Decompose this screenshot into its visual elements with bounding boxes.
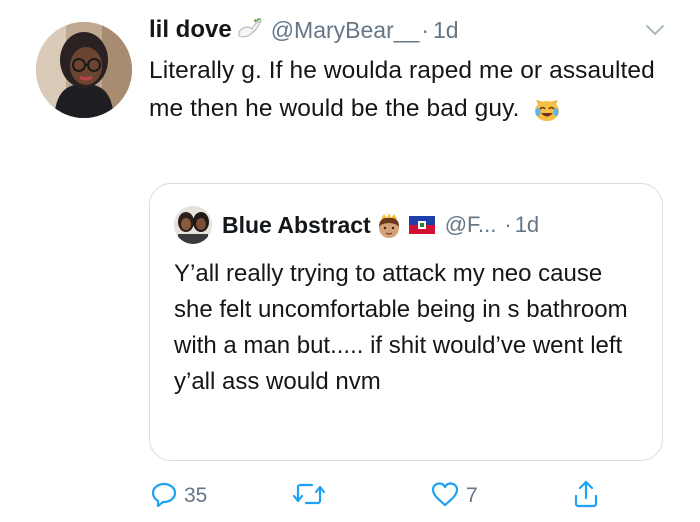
dove-icon — [235, 18, 263, 42]
quoted-display-name: Blue Abstract — [222, 211, 371, 238]
avatar[interactable] — [36, 22, 132, 118]
reply-count: 35 — [184, 484, 208, 507]
tweet-text: Literally g. If he woulda raped me or as… — [149, 52, 669, 134]
timestamp[interactable]: 1d — [433, 17, 459, 44]
quoted-tweet-text: Y’all really trying to attack my neo cau… — [174, 260, 628, 395]
reply-icon — [150, 480, 178, 513]
quoted-tweet-header: Blue Abstract @F... · 1d — [174, 206, 539, 244]
tweet-actions: 35 7 — [0, 478, 700, 514]
laughing-cat-emoji-icon — [532, 94, 562, 134]
haiti-flag-icon — [408, 216, 435, 234]
quoted-tweet[interactable]: Blue Abstract @F... · 1d Y’all really tr… — [149, 183, 663, 461]
like-count: 7 — [466, 484, 478, 507]
tweet-header: lil dove @MaryBear__ · 1d — [149, 13, 459, 47]
chevron-down-icon[interactable] — [644, 22, 666, 38]
quoted-timestamp: 1d — [514, 212, 540, 237]
share-button[interactable] — [572, 478, 600, 514]
separator-dot: · — [421, 16, 429, 43]
share-icon — [572, 479, 600, 514]
display-name[interactable]: lil dove — [149, 16, 232, 44]
handle[interactable]: @MaryBear__ — [271, 17, 420, 44]
princess-emoji-icon — [375, 211, 403, 239]
tweet-text-content: Literally g. If he woulda raped me or as… — [149, 57, 655, 122]
retweet-button[interactable] — [292, 478, 332, 514]
quoted-separator-dot: · — [504, 212, 512, 237]
quoted-handle: @F... — [444, 212, 497, 237]
reply-button[interactable]: 35 — [150, 478, 207, 514]
retweet-icon — [292, 480, 326, 513]
tweet-card[interactable]: lil dove @MaryBear__ · 1d Literally g. I… — [0, 0, 700, 522]
like-button[interactable]: 7 — [430, 478, 478, 514]
quoted-avatar — [174, 206, 212, 244]
heart-icon — [430, 480, 460, 513]
